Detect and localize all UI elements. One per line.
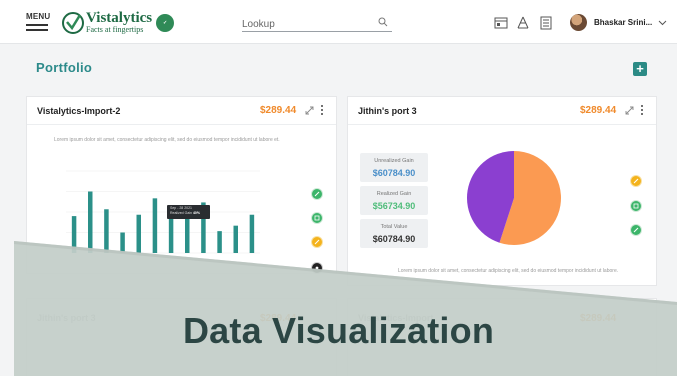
logo-badge-icon: ✓ — [156, 14, 175, 32]
edit-icon[interactable] — [630, 175, 642, 187]
user-name: Bhaskar Srini... — [594, 18, 653, 27]
share-icon[interactable] — [311, 236, 323, 248]
stat-label: Realized Gain — [376, 191, 412, 197]
pie-chart — [467, 151, 561, 245]
card-value: $289.44 — [580, 105, 617, 116]
card-value: $289.44 — [260, 105, 297, 116]
bar-12[interactable] — [249, 214, 255, 253]
hamburger-icon — [26, 24, 52, 31]
tooltip-text: Realized Gain 40% — [170, 211, 200, 215]
document-icon[interactable] — [539, 16, 553, 30]
bar-2[interactable] — [88, 191, 93, 254]
search-icon[interactable] — [378, 17, 388, 27]
bar-7[interactable] — [168, 217, 174, 253]
expand-icon[interactable] — [625, 106, 634, 115]
stat-realized-gain: Realized Gain $56734.90 — [360, 186, 428, 215]
bar-4[interactable] — [120, 232, 125, 254]
search-input[interactable] — [242, 17, 372, 30]
settings-icon[interactable] — [311, 262, 323, 274]
bar-1[interactable] — [71, 216, 77, 253]
card-title[interactable]: Jithin's port 3 — [358, 106, 417, 116]
page-title: Portfolio — [36, 60, 93, 75]
expand-icon[interactable] — [305, 106, 314, 115]
card-description: Lorem ipsum dolor sit amet, consectetur … — [398, 268, 619, 274]
folder-icon[interactable] — [494, 16, 508, 30]
copy-icon[interactable] — [311, 212, 323, 224]
card-header: Jithin's port 3 $289.44 — [348, 97, 656, 125]
chevron-down-icon — [658, 20, 667, 25]
bar-5[interactable] — [136, 214, 142, 253]
add-portfolio-button[interactable]: + — [633, 62, 647, 76]
share-icon[interactable] — [630, 224, 642, 236]
stat-label: Unrealized Gain — [374, 158, 414, 164]
bar-6[interactable] — [152, 198, 158, 253]
stat-value: $60784.90 — [372, 168, 416, 178]
bar-3[interactable] — [104, 209, 109, 253]
logo-mark-icon — [62, 12, 84, 34]
search-box — [242, 14, 392, 32]
more-icon[interactable] — [320, 105, 324, 117]
network-icon[interactable] — [516, 16, 530, 30]
user-menu[interactable]: Bhaskar Srini... — [570, 14, 667, 31]
bar-10[interactable] — [217, 231, 222, 253]
edit-icon[interactable] — [311, 188, 323, 200]
card-header: Vistalytics-Import-2 $289.44 — [27, 97, 336, 125]
logo-name: Vistalytics — [86, 10, 153, 26]
stat-value: $56734.90 — [372, 201, 416, 211]
copy-icon[interactable] — [630, 200, 642, 212]
stat-unrealized-gain: Unrealized Gain $60784.90 — [360, 153, 428, 182]
menu-button[interactable]: MENU — [26, 12, 52, 34]
more-icon[interactable] — [640, 105, 644, 117]
stat-label: Total Value — [380, 224, 408, 230]
top-header: MENU Vistalytics Facts at fingertips ✓ L… — [0, 0, 677, 44]
bar-11[interactable] — [233, 225, 239, 253]
card-title[interactable]: Vistalytics-Import-2 — [37, 106, 120, 116]
logo[interactable]: Vistalytics Facts at fingertips ✓ — [62, 9, 175, 37]
chart-tooltip: Sep - 28 2021 Realized Gain 40% — [167, 205, 210, 219]
overlay-title: Data Visualization — [182, 310, 495, 351]
card-description: Lorem ipsum dolor sit amet, consectetur … — [54, 137, 280, 143]
bar-chart — [66, 170, 260, 254]
logo-tagline: Facts at fingertips — [86, 25, 144, 34]
avatar — [570, 14, 587, 31]
menu-label: MENU — [26, 12, 51, 21]
stat-total-value: Total Value $60784.90 — [360, 219, 428, 248]
stat-value: $60784.90 — [372, 234, 416, 244]
